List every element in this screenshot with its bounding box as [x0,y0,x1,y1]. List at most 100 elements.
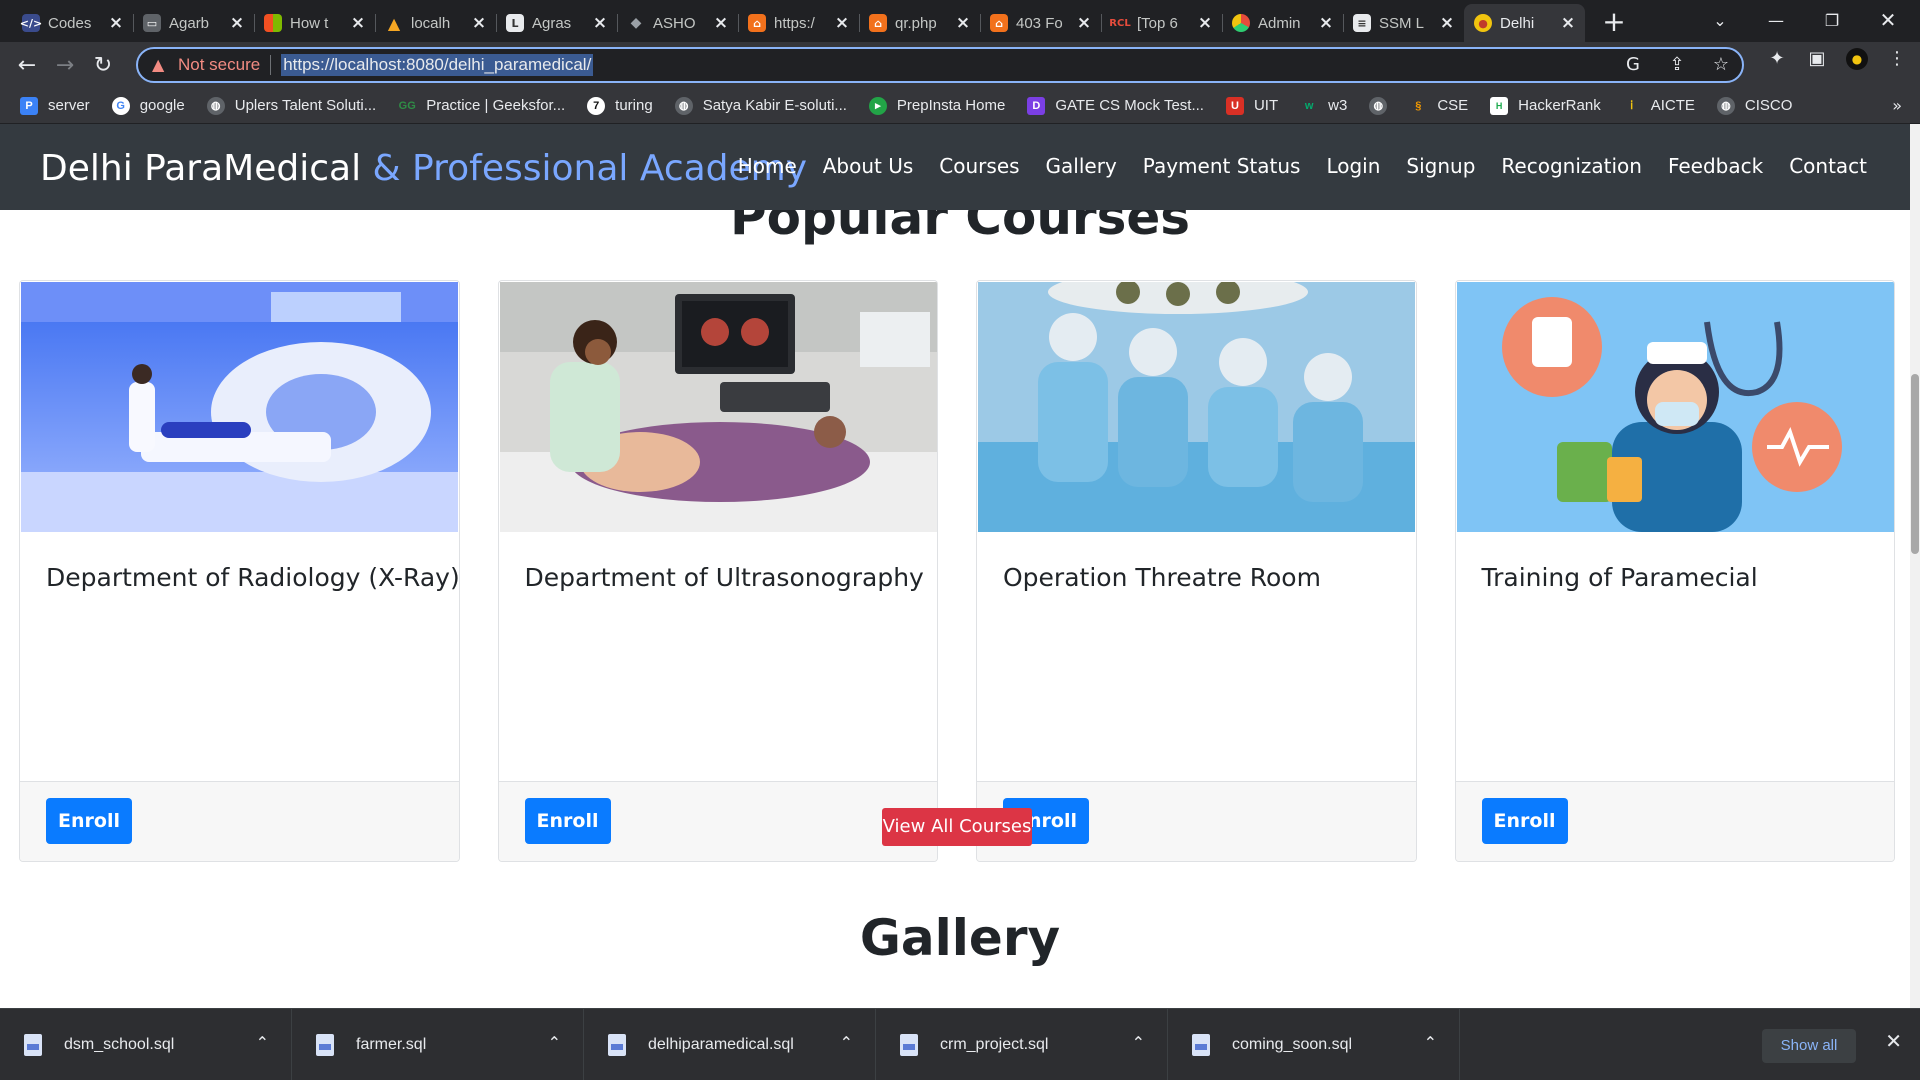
close-icon[interactable]: × [712,14,730,32]
browser-tab[interactable]: L Agras × [496,4,617,42]
bookmark-item[interactable]: § CSE [1409,97,1468,115]
nav-recognization[interactable]: Recognization [1488,154,1655,178]
bookmark-item[interactable]: ◍ CISCO [1716,96,1792,115]
download-item[interactable]: delhiparamedical.sql ⌃ [584,1008,876,1080]
bookmark-item[interactable]: D GATE CS Mock Test... [1027,96,1204,115]
view-all-courses-button[interactable]: View All Courses [882,808,1032,846]
tab-search-icon[interactable]: ⌄ [1700,0,1740,40]
close-icon[interactable]: × [591,14,609,32]
bookmark-item[interactable]: Ggoogle [111,96,185,115]
forward-icon[interactable]: → [46,46,84,84]
bookmark-item[interactable]: ▸ PrepInsta Home [868,96,1005,115]
close-icon[interactable]: × [833,14,851,32]
browser-tab[interactable]: </> Codes × [12,4,133,42]
side-panel-icon[interactable]: ▣ [1806,48,1828,70]
download-item[interactable]: coming_soon.sql ⌃ [1168,1008,1460,1080]
bookmark-item[interactable]: w w3 [1300,97,1347,115]
nav-about-us[interactable]: About Us [810,154,927,178]
extensions-icon[interactable]: ✦ [1766,48,1788,70]
course-cards: Department of Radiology (X-Ray) Enroll D… [19,280,1895,862]
browser-tab[interactable]: ⌂ qr.php × [859,4,980,42]
google-lens-icon[interactable]: G [1622,54,1644,76]
warning-icon[interactable]: ▲ [152,56,170,74]
chevron-up-icon[interactable]: ⌃ [840,1033,853,1052]
browser-tab[interactable]: How t × [254,4,375,42]
enroll-button[interactable]: Enroll [524,798,611,844]
browser-tab[interactable]: RCL [Top 6 × [1101,4,1222,42]
close-downloads-icon[interactable]: ✕ [1885,1029,1902,1053]
circle-logo-icon [1232,14,1250,32]
nav-payment-status[interactable]: Payment Status [1130,154,1314,178]
bookmark-item[interactable]: U UIT [1225,96,1278,115]
share-icon[interactable]: ⇪ [1666,54,1688,76]
close-icon[interactable]: × [228,14,246,32]
bookmark-item[interactable]: ◍ Uplers Talent Soluti... [206,96,376,115]
close-icon[interactable]: × [470,14,488,32]
close-icon[interactable]: × [349,14,367,32]
close-icon[interactable]: × [1196,14,1214,32]
show-all-downloads-button[interactable]: Show all [1762,1029,1856,1063]
pma-icon: ⌂ [869,14,887,32]
scrollbar-thumb[interactable] [1911,374,1919,554]
more-bookmarks-icon[interactable]: » [1892,96,1902,115]
chevron-up-icon[interactable]: ⌃ [1424,1033,1437,1052]
grad-cap-icon: ◆ [630,15,642,31]
bookmark-item[interactable]: 7 turing [587,96,653,115]
chevron-up-icon[interactable]: ⌃ [256,1033,269,1052]
nav-courses[interactable]: Courses [926,154,1032,178]
restore-icon[interactable]: ❐ [1812,0,1852,40]
close-icon[interactable]: × [1317,14,1335,32]
new-tab-button[interactable]: + [1597,6,1631,40]
minimize-icon[interactable]: — [1756,0,1796,40]
menu-dots-icon[interactable]: ⋮ [1886,48,1908,70]
browser-tab[interactable]: Admin × [1222,4,1343,42]
bookmark-item[interactable]: Pserver [20,96,90,115]
back-icon[interactable]: ← [8,46,46,84]
enroll-button[interactable]: Enroll [1481,798,1568,844]
bookmark-item[interactable]: ◍ Satya Kabir E-soluti... [674,96,847,115]
close-icon[interactable]: × [107,14,125,32]
close-icon[interactable]: × [1075,14,1093,32]
bookmark-item[interactable]: ⅰ AICTE [1623,97,1695,115]
download-item[interactable]: crm_project.sql ⌃ [876,1008,1168,1080]
profile-avatar-icon[interactable]: ● [1846,48,1868,70]
nav-gallery[interactable]: Gallery [1033,154,1130,178]
security-status[interactable]: Not secure [178,55,260,75]
browser-tab[interactable]: ◆ ASHO × [617,4,738,42]
download-item[interactable]: dsm_school.sql ⌃ [0,1008,292,1080]
chevron-up-icon[interactable]: ⌃ [1132,1033,1145,1052]
bookmark-item[interactable]: H HackerRank [1490,96,1601,115]
site-menu: Home About Us Courses Gallery Payment St… [725,154,1880,178]
address-bar[interactable]: ▲ Not secure https://localhost:8080/delh… [136,47,1744,83]
chevron-up-icon[interactable]: ⌃ [548,1033,561,1052]
close-icon[interactable]: × [954,14,972,32]
nav-home[interactable]: Home [725,154,810,178]
close-icon[interactable]: × [1438,14,1456,32]
browser-tab[interactable]: ≡ SSM L × [1343,4,1464,42]
card-footer: Enroll [498,781,937,861]
browser-tab[interactable]: ▲ localh × [375,4,496,42]
site-brand[interactable]: Delhi ParaMedical & Professional Academy [40,148,807,189]
window-close-icon[interactable]: ✕ [1868,0,1908,40]
nav-login[interactable]: Login [1313,154,1393,178]
enroll-button[interactable]: Enroll [46,798,132,844]
globe-icon: ◍ [206,96,225,115]
nav-feedback[interactable]: Feedback [1655,154,1776,178]
close-icon[interactable]: × [1559,14,1577,32]
url-text[interactable]: https://localhost:8080/delhi_paramedical… [281,54,594,76]
file-icon [1192,1033,1210,1056]
download-item[interactable]: farmer.sql ⌃ [292,1008,584,1080]
browser-tab[interactable]: ▭ Agarb × [133,4,254,42]
bookmark-item[interactable]: ◍ [1369,96,1388,115]
divider [270,55,272,75]
bookmark-star-icon[interactable]: ☆ [1710,54,1732,76]
bookmark-item[interactable]: GG Practice | Geeksfor... [398,97,566,115]
page-scrollbar[interactable] [1910,124,1920,1008]
course-card: Department of Radiology (X-Ray) Enroll [19,280,460,862]
reload-icon[interactable]: ↻ [84,46,122,84]
browser-tab-active[interactable]: ● Delhi × [1464,4,1585,42]
browser-tab[interactable]: ⌂ 403 Fo × [980,4,1101,42]
browser-tab[interactable]: ⌂ https:/ × [738,4,859,42]
nav-contact[interactable]: Contact [1776,154,1880,178]
nav-signup[interactable]: Signup [1393,154,1488,178]
